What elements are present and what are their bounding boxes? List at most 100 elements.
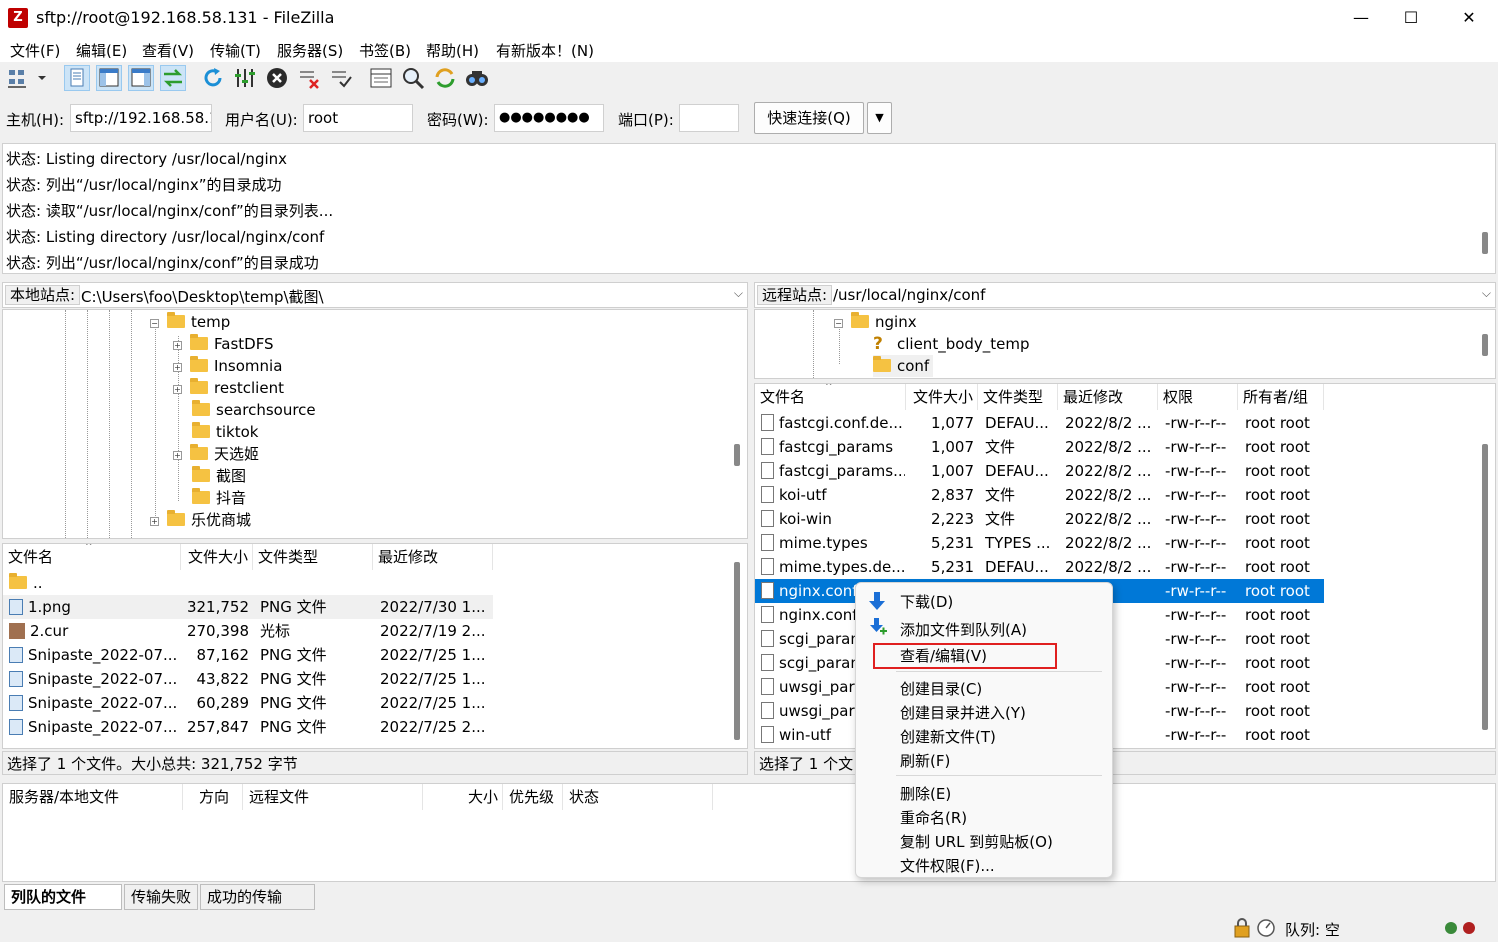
table-row[interactable]: Snipaste_2022-07... 87,162 PNG 文件 2022/7… — [3, 643, 493, 667]
tab-failed-transfers[interactable]: 传输失败 — [124, 884, 198, 910]
menu-help[interactable]: 帮助(H) — [426, 40, 479, 61]
password-input[interactable]: ●●●●●●●● — [494, 104, 604, 132]
tree-node-fastdfs[interactable]: + FastDFS — [173, 333, 274, 355]
table-row[interactable]: mime.types.de... 5,231 DEFAU... 2022/8/2 ..… — [755, 555, 1324, 579]
compare-icon[interactable] — [368, 65, 394, 91]
menu-new-version[interactable]: 有新版本！(N) — [496, 40, 594, 61]
table-row[interactable]: mime.types 5,231 TYPES ... 2022/8/2 ... -rw-… — [755, 531, 1324, 555]
column-header-permissions[interactable]: 权限 — [1158, 384, 1238, 410]
table-row[interactable]: 1.png 321,752 PNG 文件 2022/7/30 1... — [3, 595, 493, 619]
tree-node-leyou[interactable]: + 乐优商城 — [150, 509, 251, 531]
menu-file[interactable]: 文件(F) — [10, 40, 60, 61]
search-icon[interactable] — [400, 65, 426, 91]
table-row[interactable]: fastcgi_params 1,007 文件 2022/8/2 ... -rw-r--… — [755, 435, 1324, 459]
chevron-down-icon[interactable]: ⌵ — [1482, 286, 1491, 301]
log-scrollbar[interactable] — [1482, 232, 1488, 254]
table-row[interactable]: koi-win 2,223 文件 2022/8/2 ... -rw-r--r-- root… — [755, 507, 1324, 531]
menu-item-add-to-queue[interactable]: 添加文件到队列(A) — [900, 619, 1027, 640]
local-file-list: 文件名 文件大小 文件类型 最近修改 ^ .. 1.png 321,752 PN… — [2, 543, 748, 749]
tree-node-nginx[interactable]: − nginx — [834, 311, 917, 333]
dropdown-arrow-icon[interactable] — [34, 65, 50, 91]
menu-server[interactable]: 服务器(S) — [277, 40, 343, 61]
remote-tree-scrollbar[interactable] — [1482, 334, 1488, 356]
tree-node-temp[interactable]: − temp — [150, 311, 230, 333]
username-input[interactable]: root — [303, 104, 413, 132]
table-row[interactable]: Snipaste_2022-07... 257,847 PNG 文件 2022/… — [3, 715, 493, 739]
tree-node-conf[interactable]: conf — [873, 355, 934, 377]
table-row[interactable]: Snipaste_2022-07... 60,289 PNG 文件 2022/7… — [3, 691, 493, 715]
toggle-remote-tree-icon[interactable] — [128, 65, 154, 91]
reconnect-icon[interactable] — [328, 65, 354, 91]
column-header-type[interactable]: 文件类型 — [978, 384, 1058, 410]
queue-column-server[interactable]: 服务器/本地文件 — [3, 784, 183, 810]
table-row[interactable]: fastcgi_params... 1,007 DEFAU... 2022/8/2 .… — [755, 459, 1324, 483]
tab-successful-transfers[interactable]: 成功的传输 (6) — [200, 884, 315, 930]
toggle-queue-icon[interactable] — [160, 65, 186, 91]
queue-column-direction[interactable]: 方向 — [183, 784, 243, 810]
port-input[interactable] — [679, 104, 739, 132]
table-row[interactable]: Snipaste_2022-07... 43,822 PNG 文件 2022/7… — [3, 667, 493, 691]
tree-node-screenshots[interactable]: 截图 — [192, 465, 246, 487]
tree-node-tianxuanji[interactable]: + 天选姬 — [173, 443, 259, 465]
menu-transfer[interactable]: 传输(T) — [210, 40, 261, 61]
menu-bookmarks[interactable]: 书签(B) — [359, 40, 411, 61]
tab-queued-files[interactable]: 列队的文件 — [4, 884, 122, 910]
tree-node-douyin[interactable]: 抖音 — [192, 487, 246, 509]
menu-edit[interactable]: 编辑(E) — [76, 40, 127, 61]
filter-icon[interactable] — [232, 65, 258, 91]
tree-node-client-body-temp[interactable]: ? client_body_temp — [873, 333, 1030, 355]
toggle-log-icon[interactable] — [64, 65, 90, 91]
tree-node-insomnia[interactable]: + Insomnia — [173, 355, 282, 377]
menu-item-file-permissions[interactable]: 文件权限(F)... — [900, 855, 995, 876]
maximize-button[interactable]: ☐ — [1388, 4, 1434, 32]
queue-column-status[interactable]: 状态 — [563, 784, 713, 810]
column-header-size[interactable]: 文件大小 — [181, 544, 253, 570]
refresh-icon[interactable] — [200, 65, 226, 91]
menu-item-create-file[interactable]: 创建新文件(T) — [900, 726, 996, 747]
local-path-input[interactable]: C:\Users\foo\Desktop\temp\截图\ — [81, 286, 324, 307]
queue-column-priority[interactable]: 优先级 — [503, 784, 563, 810]
table-row[interactable]: koi-utf 2,837 文件 2022/8/2 ... -rw-r--r-- root… — [755, 483, 1324, 507]
disconnect-icon[interactable] — [296, 65, 322, 91]
menu-item-create-directory[interactable]: 创建目录(C) — [900, 678, 982, 699]
column-header-modified[interactable]: 最近修改 — [373, 544, 493, 570]
cancel-icon[interactable] — [264, 65, 290, 91]
table-row[interactable]: .. — [3, 571, 493, 595]
menu-item-delete[interactable]: 删除(E) — [900, 783, 951, 804]
close-button[interactable]: ✕ — [1446, 4, 1492, 32]
toggle-local-tree-icon[interactable] — [96, 65, 122, 91]
tree-node-restclient[interactable]: + restclient — [173, 377, 284, 399]
table-row[interactable]: 2.cur 270,398 光标 2022/7/19 2... — [3, 619, 493, 643]
speed-limit-icon[interactable] — [1256, 918, 1276, 938]
tree-node-searchsource[interactable]: searchsource — [192, 399, 316, 421]
menu-view[interactable]: 查看(V) — [142, 40, 194, 61]
queue-column-remote[interactable]: 远程文件 — [243, 784, 423, 810]
site-manager-icon[interactable] — [6, 65, 32, 91]
quickconnect-button[interactable]: 快速连接(Q) — [754, 102, 864, 134]
chevron-down-icon[interactable]: ⌵ — [734, 286, 743, 301]
sync-browse-icon[interactable] — [432, 65, 458, 91]
menu-item-create-directory-enter[interactable]: 创建目录并进入(Y) — [900, 702, 1026, 723]
minimize-button[interactable]: — — [1338, 4, 1384, 32]
menu-item-refresh[interactable]: 刷新(F) — [900, 750, 950, 771]
table-row[interactable]: fastcgi.conf.de... 1,077 DEFAU... 2022/8/2 … — [755, 411, 1324, 435]
local-list-scrollbar[interactable] — [734, 562, 740, 740]
menu-item-view-edit[interactable]: 查看/编辑(V) — [900, 645, 987, 666]
menu-item-rename[interactable]: 重命名(R) — [900, 807, 967, 828]
local-tree-scrollbar[interactable] — [734, 444, 740, 466]
tree-node-tiktok[interactable]: tiktok — [192, 421, 258, 443]
title-bar: Z sftp://root@192.168.58.131 - FileZilla… — [0, 0, 1498, 38]
column-header-modified[interactable]: 最近修改 — [1058, 384, 1158, 410]
column-header-owner[interactable]: 所有者/组 — [1238, 384, 1324, 410]
remote-path-input[interactable]: /usr/local/nginx/conf — [833, 286, 985, 304]
host-input[interactable]: sftp://192.168.58.1 — [70, 104, 212, 132]
folder-icon — [9, 573, 27, 589]
column-header-type[interactable]: 文件类型 — [253, 544, 373, 570]
queue-column-size[interactable]: 大小 — [423, 784, 503, 810]
find-icon[interactable] — [464, 65, 490, 91]
quickconnect-dropdown-icon[interactable]: ▼ — [867, 102, 892, 134]
menu-item-copy-url[interactable]: 复制 URL 到剪贴板(O) — [900, 831, 1053, 852]
column-header-size[interactable]: 文件大小 — [906, 384, 978, 410]
menu-item-download[interactable]: 下载(D) — [900, 591, 953, 612]
remote-list-scrollbar[interactable] — [1482, 444, 1488, 730]
